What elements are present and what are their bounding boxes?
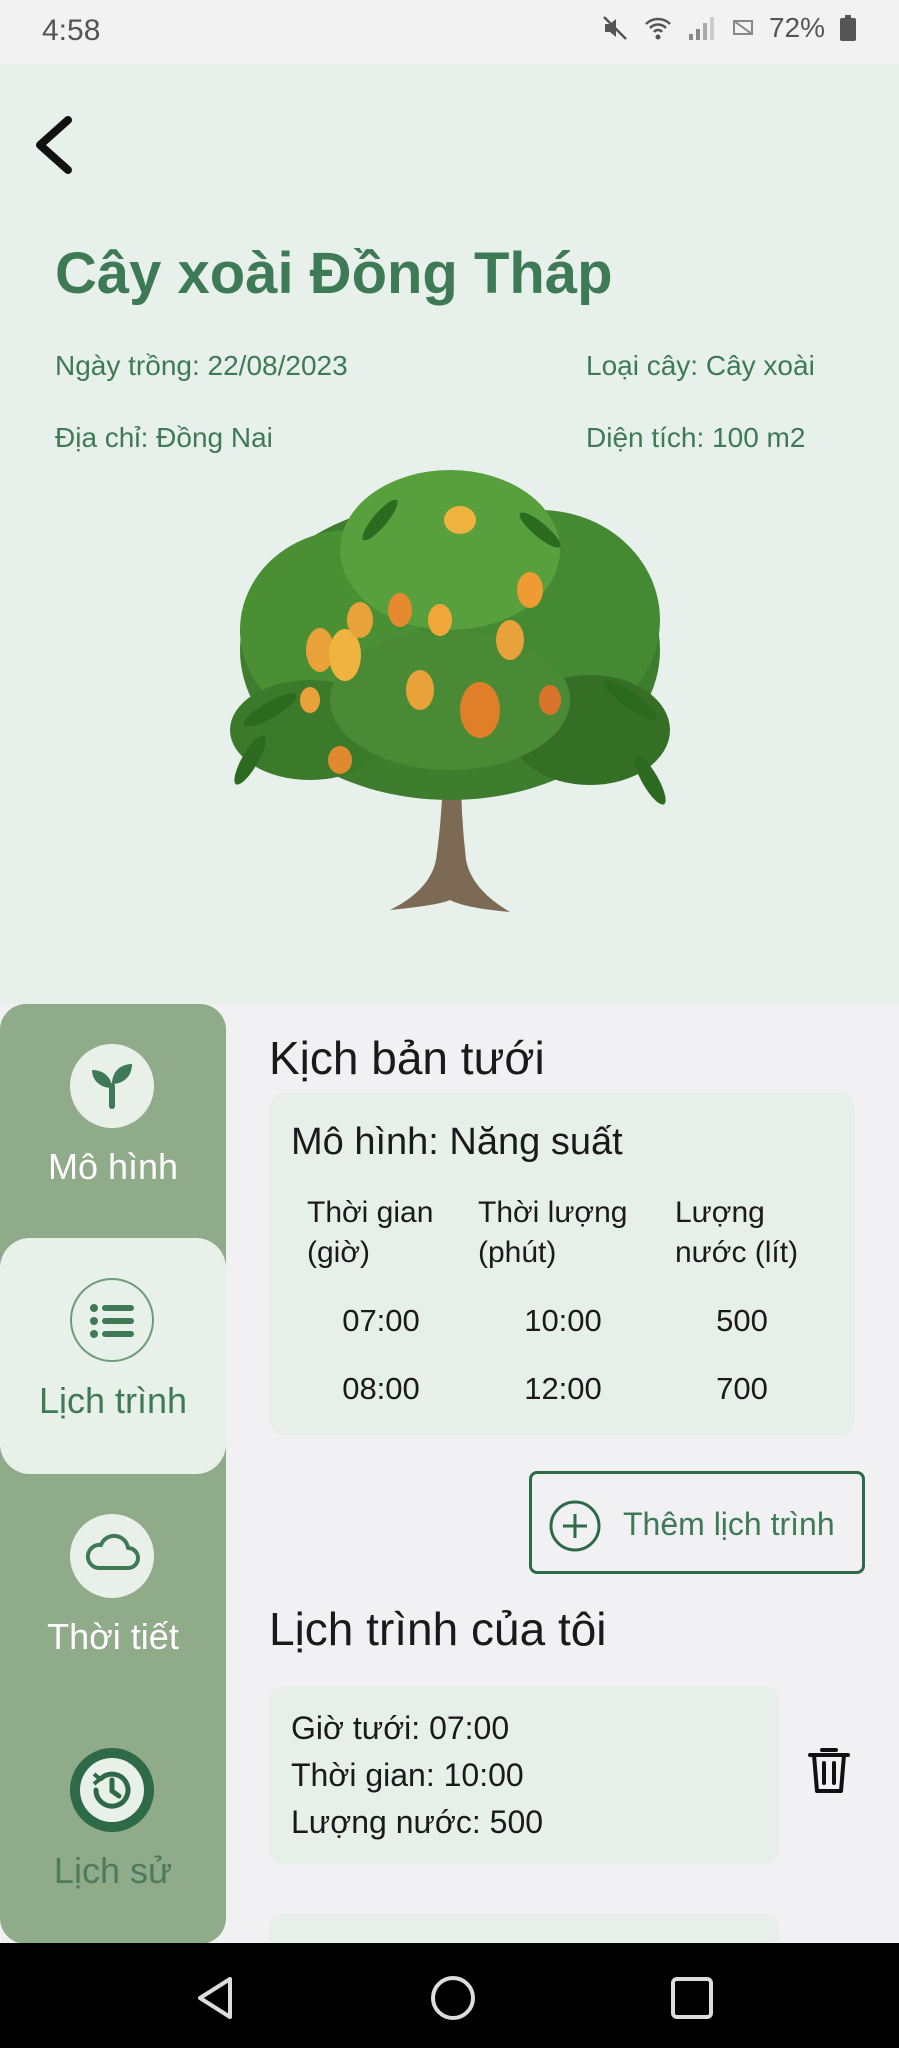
table-cell: 08:00 — [342, 1371, 420, 1406]
schedule-card-partial[interactable] — [269, 1914, 779, 1943]
trash-icon[interactable] — [806, 1744, 852, 1796]
signal-icon — [687, 14, 717, 42]
sidebar-item-history[interactable]: Lịch sử — [0, 1708, 226, 1944]
sidebar-item-weather[interactable]: Thời tiết — [0, 1474, 226, 1710]
schedule-water: Lượng nước: 500 — [291, 1804, 544, 1840]
table-cell: 700 — [716, 1371, 768, 1406]
add-schedule-button[interactable]: Thêm lịch trình — [529, 1471, 865, 1574]
system-nav-bar — [0, 1943, 899, 2048]
battery-percent: 72% — [768, 12, 825, 43]
plant-type: Loại cây: Cây xoài — [586, 350, 815, 381]
column-header: Thời gian (giờ) — [307, 1196, 434, 1269]
my-schedules-title: Lịch trình của tôi — [269, 1603, 607, 1655]
planting-date: Ngày trồng: 22/08/2023 — [55, 350, 348, 381]
plus-circle-icon — [549, 1500, 601, 1552]
nav-back-icon[interactable] — [160, 1943, 270, 2048]
table-cell: 07:00 — [342, 1303, 420, 1338]
table-cell: 12:00 — [524, 1371, 602, 1406]
status-icons: 72% — [601, 12, 857, 44]
history-icon — [70, 1748, 154, 1832]
table-cell: 10:00 — [524, 1303, 602, 1338]
plant-header: Cây xoài Đồng Tháp Ngày trồng: 22/08/202… — [0, 64, 899, 1004]
sidebar-item-schedule[interactable]: Lịch trình — [0, 1238, 226, 1474]
sim-icon — [731, 16, 755, 40]
sidebar-item-label: Mô hình — [47, 1146, 179, 1187]
table-cell: 500 — [716, 1303, 768, 1338]
schedule-duration: Thời gian: 10:00 — [291, 1757, 524, 1793]
mute-icon — [601, 14, 629, 42]
back-arrow-icon[interactable] — [30, 110, 80, 180]
sidebar-item-model[interactable]: Mô hình — [0, 1004, 226, 1240]
sprout-icon — [70, 1044, 154, 1128]
battery-icon — [839, 14, 857, 42]
nav-recents-icon[interactable] — [637, 1943, 747, 2048]
nav-home-icon[interactable] — [398, 1943, 508, 2048]
wifi-icon — [643, 14, 673, 42]
schedule-card[interactable]: Giờ tưới: 07:00 Thời gian: 10:00 Lượng n… — [269, 1686, 779, 1864]
column-header: Thời lượng (phút) — [478, 1196, 628, 1269]
column-header: Lượng nước (lít) — [675, 1196, 799, 1269]
status-time: 4:58 — [42, 14, 101, 47]
model-name: Mô hình: Năng suất — [291, 1121, 623, 1163]
plant-area: Diện tích: 100 m2 — [586, 422, 806, 453]
page-title: Cây xoài Đồng Tháp — [55, 241, 613, 306]
mango-tree-image — [230, 470, 670, 912]
sidebar: Mô hình Lịch trình Thời tiết Lịch sử — [0, 1004, 226, 1944]
add-schedule-label: Thêm lịch trình — [623, 1506, 835, 1542]
sidebar-item-label: Lịch trình — [38, 1380, 188, 1421]
irrigation-title: Kịch bản tưới — [269, 1032, 545, 1084]
list-icon — [70, 1278, 154, 1362]
sidebar-item-label: Lịch sử — [53, 1850, 173, 1891]
irrigation-card: Mô hình: Năng suất Thời gian (giờ) Thời … — [269, 1093, 855, 1435]
cloud-icon — [70, 1514, 154, 1598]
sidebar-item-label: Thời tiết — [47, 1616, 179, 1657]
status-bar: 4:58 72% — [0, 0, 899, 64]
schedule-time: Giờ tưới: 07:00 — [291, 1710, 510, 1746]
plant-address: Địa chỉ: Đồng Nai — [55, 422, 273, 453]
